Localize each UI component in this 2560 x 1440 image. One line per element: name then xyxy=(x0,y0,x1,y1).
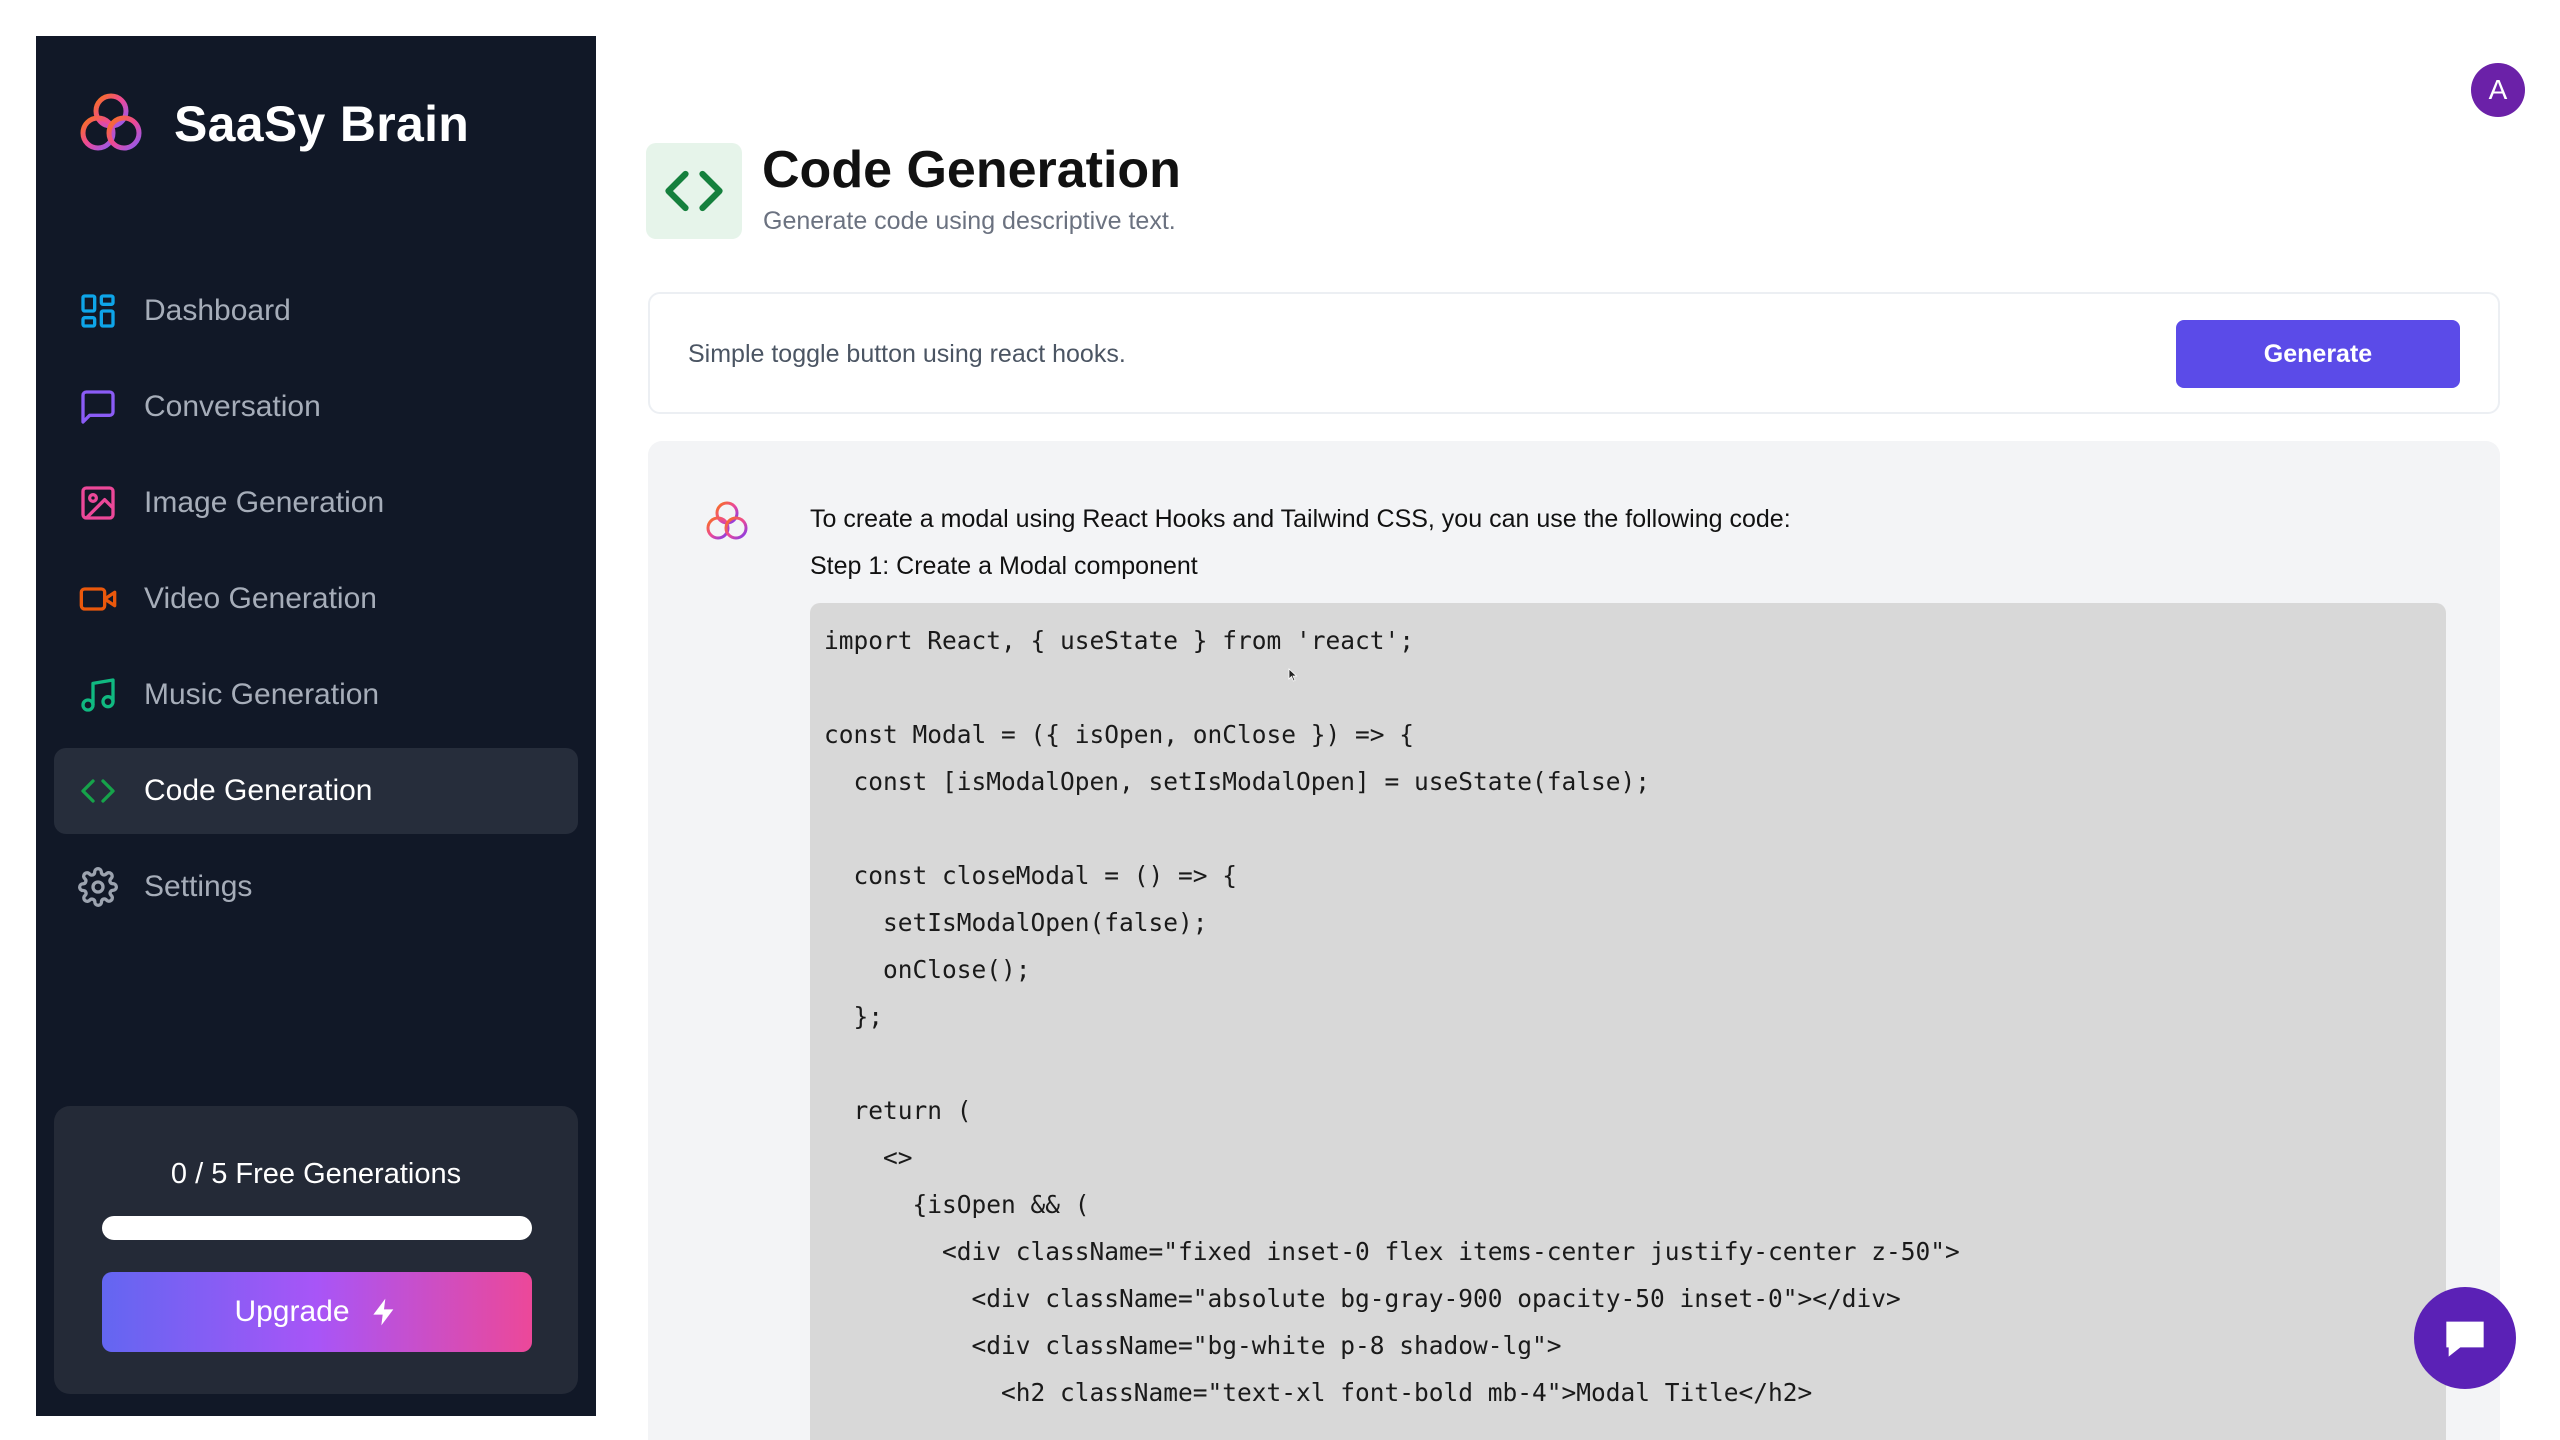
page-subtitle: Generate code using descriptive text. xyxy=(763,207,1176,235)
sidebar-item-image-generation[interactable]: Image Generation xyxy=(54,460,578,546)
sidebar-item-dashboard[interactable]: Dashboard xyxy=(54,268,578,354)
upgrade-button[interactable]: Upgrade xyxy=(102,1272,532,1352)
code-icon xyxy=(665,170,723,212)
sidebar-item-code-generation[interactable]: Code Generation xyxy=(54,748,578,834)
prompt-input[interactable] xyxy=(688,316,2128,392)
sidebar: SaaSy Brain Dashboard Conversation Image… xyxy=(36,36,596,1416)
settings-icon xyxy=(78,867,118,907)
generate-button[interactable]: Generate xyxy=(2176,320,2460,388)
sidebar-item-label: Video Generation xyxy=(144,582,377,615)
mouse-cursor-icon xyxy=(1288,668,1298,682)
sidebar-item-settings[interactable]: Settings xyxy=(54,844,578,930)
sidebar-item-label: Code Generation xyxy=(144,774,373,807)
response-intro: To create a modal using React Hooks and … xyxy=(810,505,1791,533)
music-icon xyxy=(78,675,118,715)
page-title: Code Generation xyxy=(762,141,1181,199)
usage-progress-bar xyxy=(102,1216,532,1240)
response-message: To create a modal using React Hooks and … xyxy=(648,441,2500,1440)
code-content: import React, { useState } from 'react';… xyxy=(824,626,1960,1407)
page-header-icon xyxy=(646,143,742,239)
app-root: SaaSy Brain Dashboard Conversation Image… xyxy=(0,0,2560,1440)
prompt-form: Generate xyxy=(648,292,2500,414)
sidebar-item-label: Music Generation xyxy=(144,678,380,711)
brand-name: SaaSy Brain xyxy=(174,96,470,152)
response-step: Step 1: Create a Modal component xyxy=(810,552,1198,580)
sidebar-item-conversation[interactable]: Conversation xyxy=(54,364,578,450)
lightning-icon xyxy=(372,1298,393,1326)
trinity-rings-logo-icon xyxy=(80,93,142,151)
sidebar-item-label: Conversation xyxy=(144,390,321,423)
video-icon xyxy=(78,579,118,619)
upgrade-button-label: Upgrade xyxy=(234,1295,350,1328)
sidebar-item-video-generation[interactable]: Video Generation xyxy=(54,556,578,642)
sidebar-item-label: Image Generation xyxy=(144,486,385,519)
user-avatar[interactable]: A xyxy=(2471,63,2525,117)
chat-widget-button[interactable] xyxy=(2414,1287,2516,1389)
dashboard-icon xyxy=(78,291,118,331)
sidebar-nav: Dashboard Conversation Image Generation … xyxy=(54,268,578,940)
sidebar-item-label: Dashboard xyxy=(144,294,291,327)
usage-counter: 0 / 5 Free Generations xyxy=(170,1158,462,1190)
sidebar-item-label: Settings xyxy=(144,870,253,903)
chat-bubble-icon xyxy=(2446,1321,2484,1357)
message-square-icon xyxy=(78,387,118,427)
image-icon xyxy=(78,483,118,523)
free-generations-card: 0 / 5 Free Generations Upgrade xyxy=(54,1106,578,1394)
sidebar-item-music-generation[interactable]: Music Generation xyxy=(54,652,578,738)
brand[interactable]: SaaSy Brain xyxy=(76,84,469,164)
bot-avatar-icon xyxy=(706,501,748,540)
code-block[interactable]: import React, { useState } from 'react';… xyxy=(810,603,2446,1440)
code-icon xyxy=(78,771,118,811)
